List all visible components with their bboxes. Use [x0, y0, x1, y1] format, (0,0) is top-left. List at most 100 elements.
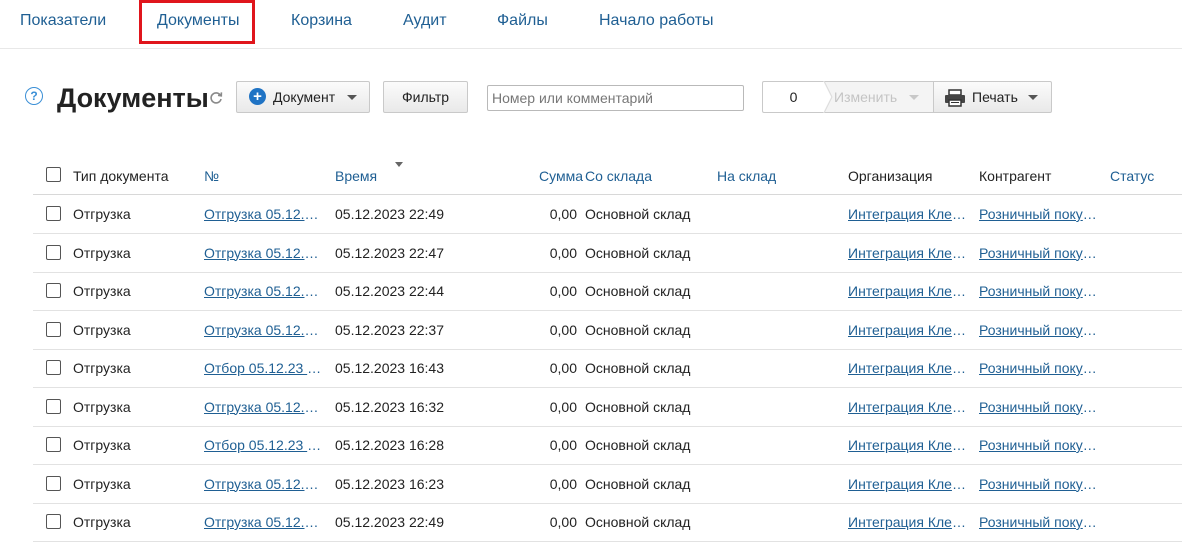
table-header: Тип документа № Время Сумма Со склада На… [33, 156, 1182, 195]
cell-counterparty-link[interactable]: Розничный покупатель [979, 476, 1101, 492]
column-header-time[interactable]: Время [335, 168, 377, 184]
cell-number-link[interactable]: Отбор 05.12.23 16:28 [204, 437, 324, 453]
question-circle-icon[interactable]: ? [25, 87, 43, 105]
print-button-label: Печать [972, 89, 1018, 105]
cell-counterparty-link[interactable]: Розничный покупатель [979, 514, 1101, 530]
cell-time: 05.12.2023 16:23 [335, 475, 444, 492]
chevron-down-icon [909, 95, 919, 100]
row-checkbox[interactable] [46, 475, 61, 491]
tab-getting-started[interactable]: Начало работы [599, 11, 714, 31]
table-row[interactable]: Отгрузка Отгрузка 05.12.2023 22:44 05.12.2… [33, 272, 1182, 311]
add-document-button[interactable]: + Документ [236, 81, 370, 113]
cell-sum: 0,00 [549, 244, 577, 261]
table-row[interactable]: Отгрузка Отгрузка 05.12.2023 22:37 05.12.2… [33, 311, 1182, 350]
row-checkbox[interactable] [46, 283, 61, 298]
cell-organization-link[interactable]: Интеграция Клеверенс [848, 476, 970, 492]
cell-organization-link[interactable]: Интеграция Клеверенс [848, 514, 970, 530]
cell-organization-link[interactable]: Интеграция Клеверенс [848, 206, 970, 222]
tab-audit[interactable]: Аудит [403, 11, 447, 31]
edit-button-label: Изменить [834, 89, 898, 105]
cell-organization-link[interactable]: Интеграция Клеверенс [848, 399, 970, 415]
cell-type: Отгрузка [73, 437, 131, 453]
cell-from-warehouse: Основной склад [585, 514, 691, 530]
cell-organization-link[interactable]: Интеграция Клеверенс [848, 360, 970, 376]
column-header-number[interactable]: № [204, 168, 219, 184]
cell-counterparty-link[interactable]: Розничный покупатель [979, 437, 1101, 453]
row-checkbox[interactable] [46, 437, 61, 452]
table-row[interactable]: Отгрузка Отгрузка 05.12.2023 22:47 05.12.2… [33, 234, 1182, 273]
row-checkbox[interactable] [46, 398, 61, 414]
cell-sum: 0,00 [549, 398, 577, 415]
cell-number-link[interactable]: Отбор 05.12.23 16:43 [204, 360, 324, 376]
selected-count: 0 [762, 81, 824, 113]
cell-counterparty-link[interactable]: Розничный покупатель [979, 245, 1101, 261]
cell-counterparty-link[interactable]: Розничный покупатель [979, 206, 1101, 222]
select-all-checkbox[interactable] [46, 167, 61, 182]
row-checkbox[interactable] [46, 244, 61, 260]
cell-time: 05.12.2023 22:44 [335, 283, 444, 299]
cell-counterparty-link[interactable]: Розничный покупатель [979, 360, 1101, 376]
cell-from-warehouse: Основной склад [585, 244, 691, 261]
tab-indicators[interactable]: Показатели [20, 11, 106, 31]
cell-number-link[interactable]: Отгрузка 05.12.2023 22:49 [204, 514, 324, 530]
row-checkbox[interactable] [46, 514, 61, 529]
counter-arrow-divider [823, 81, 833, 113]
tab-files[interactable]: Файлы [497, 11, 548, 31]
printer-icon [945, 89, 965, 107]
cell-counterparty-link[interactable]: Розничный покупатель [979, 399, 1101, 415]
row-checkbox[interactable] [46, 206, 61, 221]
cell-number-link[interactable]: Отгрузка 05.12.2023 22:44 [204, 283, 324, 299]
cell-number-link[interactable]: Отгрузка 05.12.2023 22:37 [204, 322, 324, 338]
cell-time: 05.12.2023 16:28 [335, 437, 444, 453]
cell-time: 05.12.2023 22:49 [335, 514, 444, 530]
column-header-to-warehouse[interactable]: На склад [717, 168, 776, 184]
row-checkbox[interactable] [46, 321, 61, 337]
table-row[interactable]: Отгрузка Отгрузка 05.12.2023 22:49 05.12.2… [33, 503, 1182, 542]
cell-counterparty-link[interactable]: Розничный покупатель [979, 322, 1101, 338]
cell-type: Отгрузка [73, 321, 131, 338]
cell-time: 05.12.2023 16:43 [335, 360, 444, 376]
table-row[interactable]: Отгрузка Отбор 05.12.23 16:28 05.12.2023 1… [33, 426, 1182, 465]
tab-trash[interactable]: Корзина [291, 11, 352, 31]
edit-button[interactable]: Изменить [824, 81, 933, 113]
cell-number-link[interactable]: Отгрузка 05.12.2023 22:47 [204, 245, 324, 261]
cell-sum: 0,00 [549, 475, 577, 492]
cell-sum: 0,00 [549, 514, 577, 530]
cell-organization-link[interactable]: Интеграция Клеверенс [848, 283, 970, 299]
cell-number-link[interactable]: Отгрузка 05.12.2023 16:23 [204, 476, 324, 492]
cell-time: 05.12.2023 22:49 [335, 206, 444, 222]
row-checkbox[interactable] [46, 360, 61, 375]
cell-from-warehouse: Основной склад [585, 206, 691, 222]
cell-time: 05.12.2023 22:37 [335, 321, 444, 338]
column-header-from-warehouse[interactable]: Со склада [585, 168, 652, 184]
table-row[interactable]: Отгрузка Отгрузка 05.12.2023 22:49 05.12.2… [33, 195, 1182, 234]
cell-from-warehouse: Основной склад [585, 437, 691, 453]
cell-counterparty-link[interactable]: Розничный покупатель [979, 283, 1101, 299]
table-row[interactable]: Отгрузка Отгрузка 05.12.2023 16:23 05.12.2… [33, 465, 1182, 504]
cell-organization-link[interactable]: Интеграция Клеверенс [848, 245, 970, 261]
table-row[interactable]: Отгрузка Отбор 05.12.23 16:43 05.12.2023 1… [33, 349, 1182, 388]
column-header-sum[interactable]: Сумма [539, 168, 583, 184]
chevron-down-icon [1028, 95, 1038, 100]
cell-organization-link[interactable]: Интеграция Клеверенс [848, 437, 970, 453]
cell-type: Отгрузка [73, 360, 131, 376]
table-row[interactable]: Отгрузка Отгрузка 05.12.2023 16:32 05.12.2… [33, 388, 1182, 427]
cell-number-link[interactable]: Отгрузка 05.12.2023 16:32 [204, 399, 324, 415]
sort-desc-icon [395, 162, 403, 167]
cell-number-link[interactable]: Отгрузка 05.12.2023 22:49 [204, 206, 324, 222]
filter-button[interactable]: Фильтр [383, 81, 468, 113]
chevron-down-icon [347, 95, 357, 100]
cell-type: Отгрузка [73, 244, 131, 261]
cell-sum: 0,00 [549, 360, 577, 376]
column-header-counterparty[interactable]: Контрагент [979, 168, 1051, 184]
active-tab-highlight [139, 0, 255, 44]
column-header-type[interactable]: Тип документа [73, 168, 169, 184]
column-header-status[interactable]: Статус [1110, 168, 1154, 184]
cell-time: 05.12.2023 22:47 [335, 244, 444, 261]
print-button[interactable]: Печать [933, 81, 1052, 113]
cell-organization-link[interactable]: Интеграция Клеверенс [848, 322, 970, 338]
cell-from-warehouse: Основной склад [585, 321, 691, 338]
column-header-organization[interactable]: Организация [848, 168, 932, 184]
search-input[interactable] [487, 85, 744, 111]
refresh-icon[interactable] [208, 90, 224, 106]
